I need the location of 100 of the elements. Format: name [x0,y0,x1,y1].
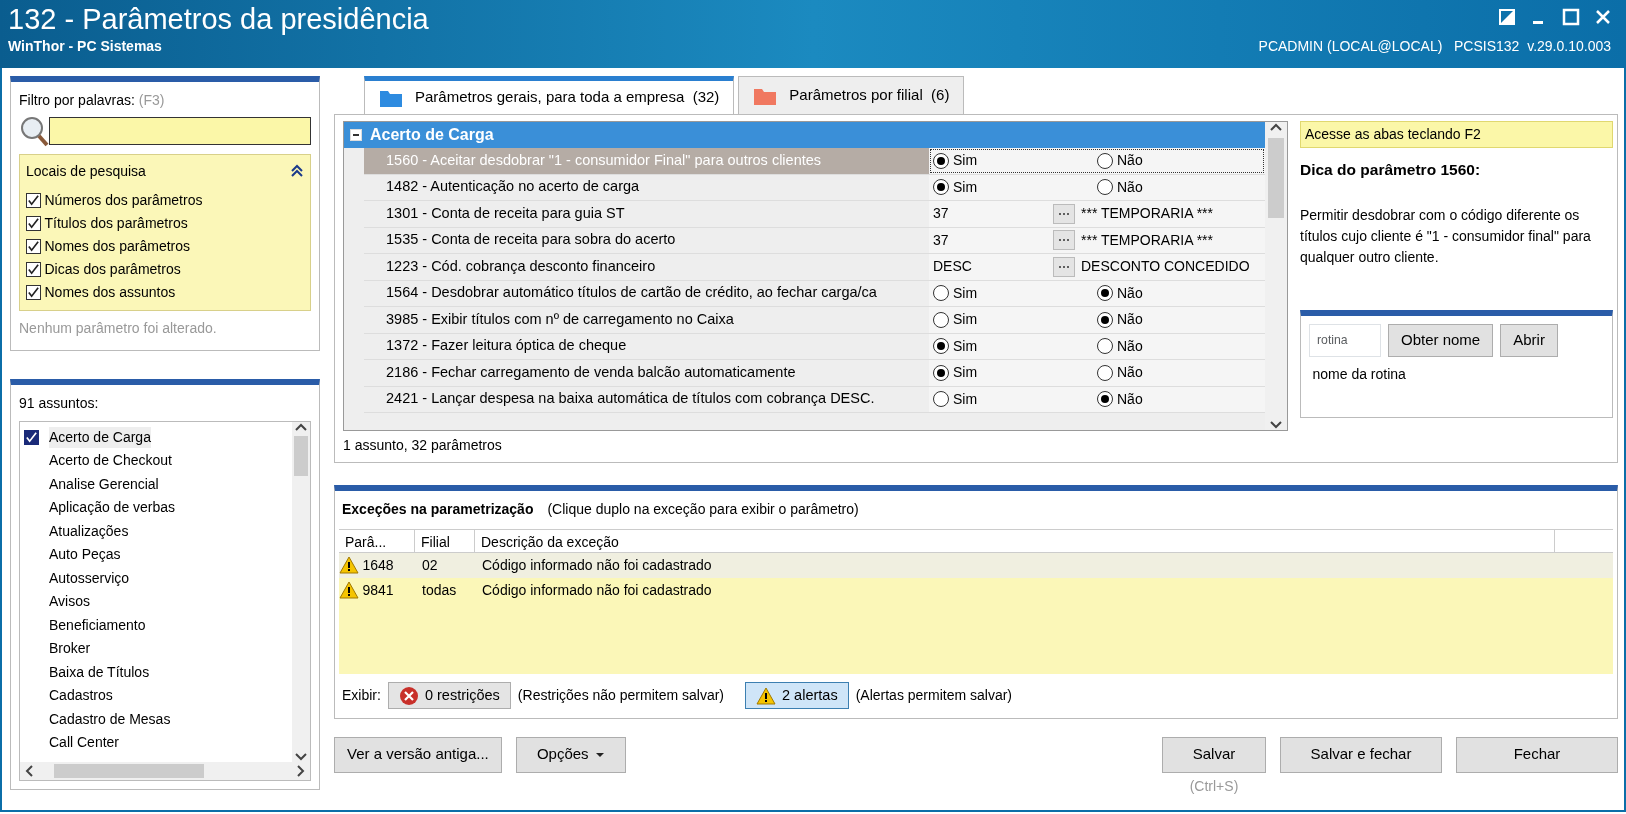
list-item[interactable]: Atualizações [49,520,129,542]
scrollbar[interactable] [1265,122,1287,430]
scroll-thumb[interactable] [54,764,204,778]
checkbox[interactable] [24,429,39,445]
section-title: Locais de pesquisa [26,161,146,181]
checkbox[interactable] [26,261,41,277]
column-header[interactable]: Parâ... [339,529,415,552]
table-cell-text: Código informado não foi cadastrado [481,580,712,600]
checkbox[interactable] [26,238,41,254]
parameter-label: 2421 - Lançar despesa na baixa automática de títulos com cobrança DESC. [385,389,876,409]
restore-icon[interactable] [1498,8,1516,26]
hint-title: Dica do parâmetro 1560: [1300,160,1482,180]
scrollbar[interactable] [292,422,310,762]
radio-option[interactable]: Sim [933,362,1097,384]
scroll-thumb[interactable] [1268,138,1284,218]
column-header[interactable]: Descrição da exceção [475,529,1555,552]
list-item[interactable]: Analise Gerencial [49,473,159,495]
ellipsis-button[interactable] [1053,230,1075,251]
radio-option[interactable]: Não [1097,388,1261,410]
section-title: Exceções na parametrização [342,500,534,519]
close-icon[interactable] [1594,8,1612,26]
list-item[interactable]: Aplicação de verbas [49,497,176,519]
list-item[interactable]: Baixa de Títulos [49,661,150,683]
action-button[interactable]: Fechar [1456,736,1618,773]
list-item[interactable]: Call Center [49,732,120,754]
routine-name: nome da rotina [1311,364,1407,384]
parameter-label: 3985 - Exibir títulos com nº de carregamento no Caixa [385,309,735,329]
list-item[interactable]: Avisos [49,591,90,613]
list-item[interactable]: Cadastros [49,685,113,707]
checkbox-label: Títulos dos parâmetros [44,213,188,233]
checkbox[interactable] [26,215,41,231]
scroll-up-icon [295,422,307,432]
radio-option[interactable]: Sim [933,150,1097,172]
action-button[interactable]: Salvar e fechar [1280,736,1442,773]
section-note: (Clique duplo na exceção para exibir o parâmetro) [547,500,859,519]
scrollbar[interactable] [20,762,310,780]
parameter-label: 1301 - Conta de receita para guia ST [385,203,626,223]
list-item[interactable]: Acerto de Carga [49,426,151,448]
list-item[interactable]: Acerto de Checkout [49,450,172,472]
radio-option[interactable]: Não [1097,176,1261,198]
filter-label: Filtro por palavras: [19,92,135,108]
warning-icon [339,556,359,574]
value-field[interactable]: 37 [933,229,1053,251]
action-button[interactable]: Salvar [1162,736,1266,773]
table-cell-text: 02 [421,555,439,575]
value-field[interactable]: DESC [933,256,1053,278]
table-cell-text: Código informado não foi cadastrado [481,555,712,575]
ellipsis-icon [1058,211,1070,216]
list-item[interactable]: Broker [49,638,91,660]
shortcut-hint: (F3) [138,92,165,108]
radio-option[interactable]: Não [1097,335,1261,357]
parameter-label: 1560 - Aceitar desdobrar "1 - consumidor Final" para outros clientes [385,150,823,170]
checkbox[interactable] [26,284,41,300]
action-button[interactable]: Opções [515,736,626,773]
radio-option[interactable]: Sim [933,335,1097,357]
radio-option[interactable]: Sim [933,388,1097,410]
checkbox-label: Números dos parâmetros [44,190,203,210]
radio-option[interactable]: Sim [933,176,1097,198]
scroll-thumb[interactable] [294,436,308,476]
status-note: Nenhum parâmetro foi alterado. [19,318,218,338]
shortcut-note: Acesse as abas teclando F2 [1300,121,1613,148]
caret-icon [594,752,605,759]
value-field[interactable]: 37 [933,203,1053,225]
action-button[interactable]: Ver a versão antiga... [334,736,502,773]
user-info: PCADMIN (LOCAL@LOCAL) PCSIS132 v.29.0.10.003 [1258,36,1611,56]
scroll-right-icon [296,765,306,777]
parameter-label: 1372 - Fazer leitura óptica de cheque [385,336,628,356]
radio-option[interactable]: Sim [933,282,1097,304]
subjects-count: 91 assuntos: [19,394,100,413]
filter-toggle[interactable]: 2 alertas [745,681,849,710]
tab[interactable]: Parâmetros por filial (6) [738,76,965,114]
list-item[interactable]: Auto Peças [49,544,121,566]
scroll-down-icon [295,752,307,762]
maximize-icon[interactable] [1562,8,1580,26]
grid-footer: 1 assunto, 32 parâmetros [343,434,1288,456]
routine-field[interactable]: rotina [1309,324,1381,357]
routine-button[interactable]: Abrir [1500,324,1558,357]
list-item[interactable]: Cadastro de Mesas [49,708,171,730]
scroll-up-icon [1270,122,1282,132]
checkbox[interactable] [26,192,41,208]
ellipsis-button[interactable] [1053,203,1075,224]
warning-icon [339,581,359,599]
collapse-icon[interactable] [290,164,304,178]
radio-option[interactable]: Sim [933,309,1097,331]
list-item[interactable]: Autosserviço [49,567,130,589]
tab[interactable]: Parâmetros gerais, para toda a empresa (32) [364,76,735,114]
ellipsis-button[interactable] [1053,256,1075,277]
collapse-icon [350,129,362,141]
checkbox-label: Nomes dos assuntos [44,282,176,302]
search-icon [19,114,49,147]
radio-option[interactable]: Não [1097,150,1261,172]
list-item[interactable]: Beneficiamento [49,614,146,636]
column-header[interactable]: Filial [415,529,475,552]
routine-button[interactable]: Obter nome [1388,324,1494,357]
filter-toggle[interactable]: 0 restrições [387,681,511,710]
radio-option[interactable]: Não [1097,309,1261,331]
warning-icon [756,686,777,705]
radio-option[interactable]: Não [1097,362,1261,384]
search-field[interactable] [49,116,311,145]
radio-option[interactable]: Não [1097,282,1261,304]
